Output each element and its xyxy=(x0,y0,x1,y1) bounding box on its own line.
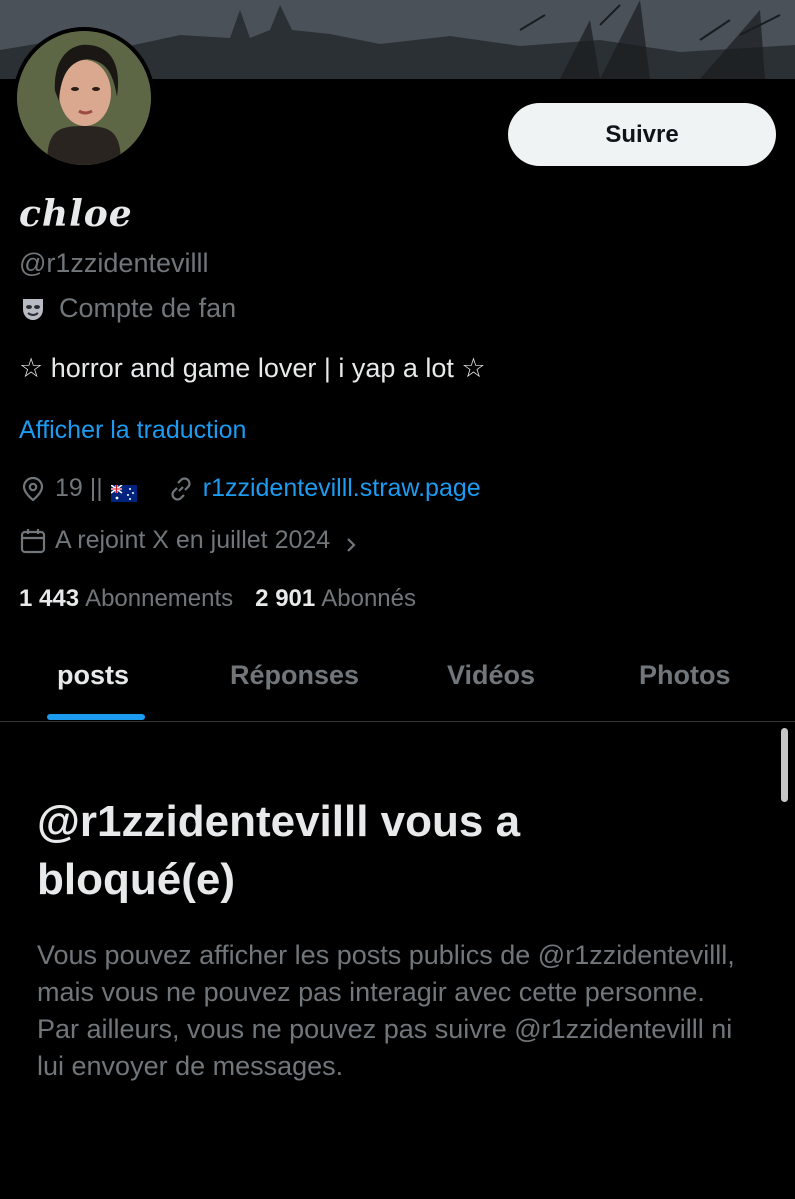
user-handle: @r1zzidentevilll xyxy=(19,248,209,278)
website-link[interactable]: r1zzidentevilll.straw.page xyxy=(203,474,481,503)
location-pin-icon xyxy=(19,475,47,503)
following-label: Abonnements xyxy=(85,585,234,612)
followers-label: Abonnés xyxy=(321,585,416,612)
link-icon xyxy=(167,475,195,503)
australia-flag-icon xyxy=(110,480,137,502)
tab-videos[interactable]: Vidéos xyxy=(447,660,535,691)
calendar-icon xyxy=(19,527,47,555)
joined-date-text: A rejoint X en juillet 2024 xyxy=(55,526,331,554)
theater-mask-icon xyxy=(19,295,47,323)
joined-date-row[interactable]: A rejoint X en juillet 2024 xyxy=(19,526,360,555)
tab-posts[interactable]: posts xyxy=(57,660,129,691)
chevron-right-icon xyxy=(342,532,360,552)
scrollbar[interactable] xyxy=(781,728,788,802)
tab-replies[interactable]: Réponses xyxy=(230,660,359,691)
followers-count: 2 901 xyxy=(255,585,316,612)
account-type-text: Compte de fan xyxy=(59,293,237,323)
account-type-label: Compte de fan xyxy=(19,293,236,324)
translate-bio-link[interactable]: Afficher la traduction xyxy=(19,416,246,445)
location-text: 19 || xyxy=(55,474,103,502)
avatar[interactable] xyxy=(13,27,155,169)
following-count-link[interactable]: 1 443 Abonnements xyxy=(19,585,233,613)
profile-tabs: posts Réponses Vidéos Photos xyxy=(0,640,795,722)
followers-count-link[interactable]: 2 901 Abonnés xyxy=(255,585,416,613)
active-tab-indicator xyxy=(47,714,145,720)
blocked-title: @r1zzidentevilll vous a bloqué(e) xyxy=(37,797,521,904)
follow-stats: 1 443 Abonnements 2 901 Abonnés xyxy=(19,585,438,613)
display-name: chloe xyxy=(19,193,133,235)
tab-photos[interactable]: Photos xyxy=(639,660,731,691)
follow-button[interactable]: Suivre xyxy=(508,103,776,166)
blocked-message: Vous pouvez afficher les posts publics d… xyxy=(37,940,735,1081)
profile-bio: ☆ horror and game lover | i yap a lot ☆ xyxy=(19,353,486,383)
profile-meta: 19 || r1zzidentevilll.straw.page xyxy=(19,474,481,503)
following-count: 1 443 xyxy=(19,585,80,612)
